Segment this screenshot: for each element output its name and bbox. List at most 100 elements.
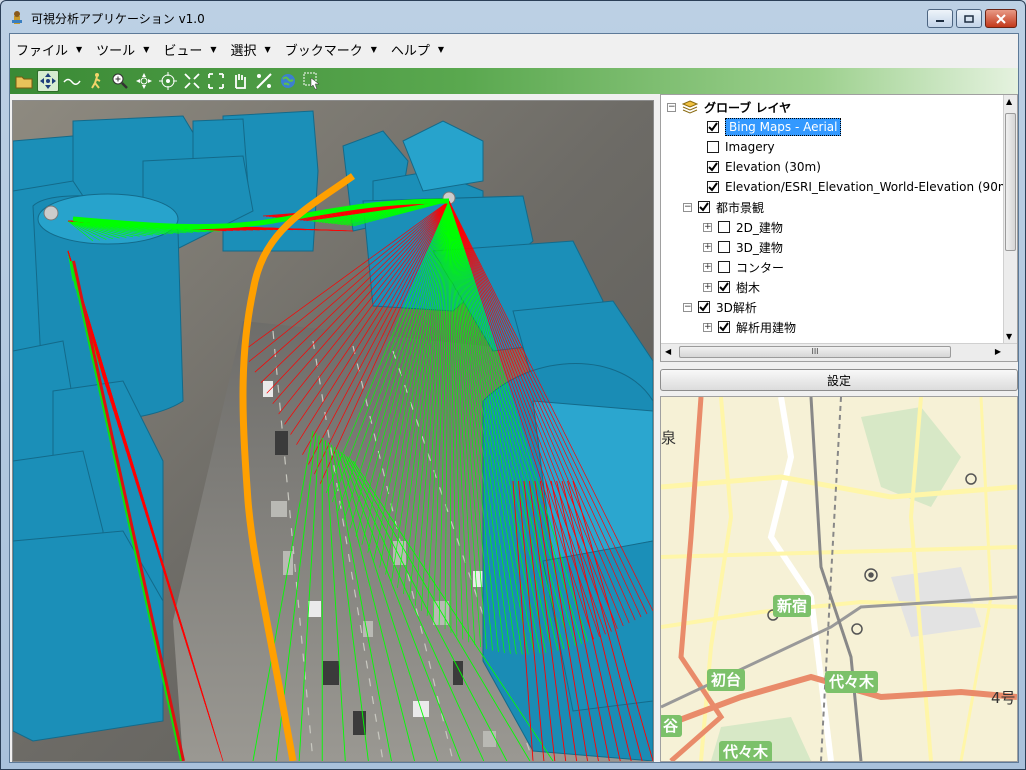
dropdown-arrow-icon: ▼ (437, 44, 445, 54)
layer-item[interactable]: + 解析用建物 (703, 317, 796, 337)
pan-button[interactable] (37, 70, 59, 92)
scroll-up-icon[interactable]: ▲ (1006, 97, 1012, 106)
hand-button[interactable] (229, 70, 251, 92)
zoom-in-icon (112, 73, 128, 89)
layer-checkbox[interactable] (698, 201, 710, 213)
horizontal-scrollbar[interactable]: ◀ III ▶ (661, 343, 1017, 361)
dropdown-arrow-icon: ▼ (370, 44, 377, 54)
maximize-button[interactable] (956, 9, 982, 28)
layer-checkbox[interactable] (707, 161, 719, 173)
scroll-right-icon[interactable]: ▶ (995, 347, 1001, 356)
open-button[interactable] (13, 70, 35, 92)
check-icon (719, 282, 729, 292)
menu-view[interactable]: ビュー ▼ (163, 40, 216, 59)
layer-checkbox[interactable] (718, 321, 730, 333)
check-icon (719, 322, 729, 332)
expand-button[interactable] (205, 70, 227, 92)
scroll-down-icon[interactable]: ▼ (1006, 332, 1012, 341)
menu-tools[interactable]: ツール ▼ (96, 40, 149, 59)
layer-item[interactable]: Elevation (30m) (707, 157, 821, 177)
zoom-full-button[interactable] (133, 70, 155, 92)
layer-checkbox[interactable] (718, 241, 730, 253)
layer-item[interactable]: Imagery (707, 137, 775, 157)
layer-checkbox[interactable] (718, 261, 730, 273)
layer-checkbox[interactable] (707, 121, 719, 133)
layer-label: 樹木 (736, 280, 761, 295)
layer-item[interactable]: Bing Maps - Aerial (707, 117, 842, 137)
title-bar[interactable]: 可視分析アプリケーション v1.0 (1, 1, 1025, 33)
check-icon (699, 202, 709, 212)
scroll-left-icon[interactable]: ◀ (665, 347, 671, 356)
expand-icon[interactable]: + (703, 222, 712, 232)
vertical-scroll-thumb[interactable] (1005, 113, 1016, 251)
vertical-scrollbar[interactable]: ▲ ▼ (1003, 95, 1017, 343)
globe-button[interactable] (277, 70, 299, 92)
vehicle (323, 661, 339, 685)
menu-file[interactable]: ファイル ▼ (16, 40, 82, 59)
tree-root-label: グローブ レイヤ (704, 100, 792, 115)
layer-checkbox[interactable] (718, 221, 730, 233)
map-edge-label: 4号 (991, 689, 1016, 707)
expand-icon[interactable]: + (703, 242, 712, 252)
window-title: 可視分析アプリケーション v1.0 (31, 12, 205, 26)
minimize-button[interactable] (927, 9, 953, 28)
collapse-icon[interactable]: − (683, 302, 692, 312)
layer-checkbox[interactable] (707, 181, 719, 193)
check-icon (708, 182, 718, 192)
measure-button[interactable] (253, 70, 275, 92)
minimize-icon (936, 19, 944, 22)
target-button[interactable] (157, 70, 179, 92)
open-folder-icon (15, 76, 33, 89)
toolbar (10, 68, 1018, 94)
layer-checkbox[interactable] (707, 141, 719, 153)
collapse-icon[interactable]: − (683, 202, 692, 212)
close-button[interactable] (985, 9, 1017, 28)
layer-item[interactable]: − 3D解析 (683, 297, 757, 317)
target-icon (159, 72, 177, 90)
map-station-label: 代々木 (825, 671, 879, 693)
measure-icon (256, 73, 272, 89)
menu-bookmark-label: ブックマーク (284, 43, 363, 59)
horizontal-scroll-thumb[interactable]: III (679, 346, 951, 358)
hand-icon (235, 74, 246, 89)
layer-item[interactable]: +3D_建物 (703, 237, 783, 257)
collapse-icon[interactable]: − (667, 102, 676, 112)
expand-icon[interactable]: + (703, 322, 712, 332)
observer-point[interactable] (43, 205, 59, 221)
vehicle (275, 431, 288, 455)
vehicle (393, 541, 406, 565)
dropdown-arrow-icon: ▼ (264, 44, 271, 54)
settings-button[interactable]: 設定 (660, 369, 1018, 391)
layer-item[interactable]: + コンター (703, 257, 784, 277)
layer-item[interactable]: − 都市景観 (683, 197, 764, 217)
3d-scene-view[interactable] (12, 100, 654, 762)
menu-help[interactable]: ヘルプ ▼ (391, 40, 444, 59)
layer-item[interactable]: +2D_建物 (703, 217, 783, 237)
shrink-button[interactable] (181, 70, 203, 92)
client-area: ファイル ▼ ツール ▼ ビュー ▼ 選択 ▼ ブックマーク ▼ ヘルプ ▼ −… (9, 33, 1019, 763)
menu-select-label: 選択 (230, 43, 257, 59)
dropdown-arrow-icon: ▼ (210, 44, 217, 54)
expand-icon[interactable]: + (703, 282, 712, 292)
menu-select[interactable]: 選択 ▼ (231, 40, 271, 59)
vehicle (308, 601, 321, 617)
menu-bookmark[interactable]: ブックマーク ▼ (285, 40, 377, 59)
line-button[interactable] (61, 70, 83, 92)
map-station-label: 新宿 (773, 595, 812, 617)
layer-item[interactable]: Elevation/ESRI_Elevation_World-Elevation… (707, 177, 1005, 197)
check-icon (708, 162, 718, 172)
layers-icon (682, 100, 698, 114)
layer-item[interactable]: + 樹木 (703, 277, 760, 297)
map-station-label: 初台 (707, 669, 746, 691)
zoom-in-button[interactable] (109, 70, 131, 92)
walk-button[interactable] (85, 70, 107, 92)
layer-checkbox[interactable] (718, 281, 730, 293)
layer-checkbox[interactable] (698, 301, 710, 313)
app-window: 可視分析アプリケーション v1.0 ファイル ▼ ツール ▼ ビュー ▼ 選択 ▼ ブッ… (0, 0, 1026, 770)
map-edge-label: 泉 (661, 429, 677, 447)
select-button[interactable] (301, 70, 323, 92)
close-icon (996, 13, 1006, 24)
overview-map[interactable]: 新宿 初台 代々木 代々木 谷 泉 4号 (660, 396, 1018, 762)
tree-root[interactable]: − グローブ レイヤ (667, 97, 791, 117)
expand-icon[interactable]: + (703, 262, 712, 272)
